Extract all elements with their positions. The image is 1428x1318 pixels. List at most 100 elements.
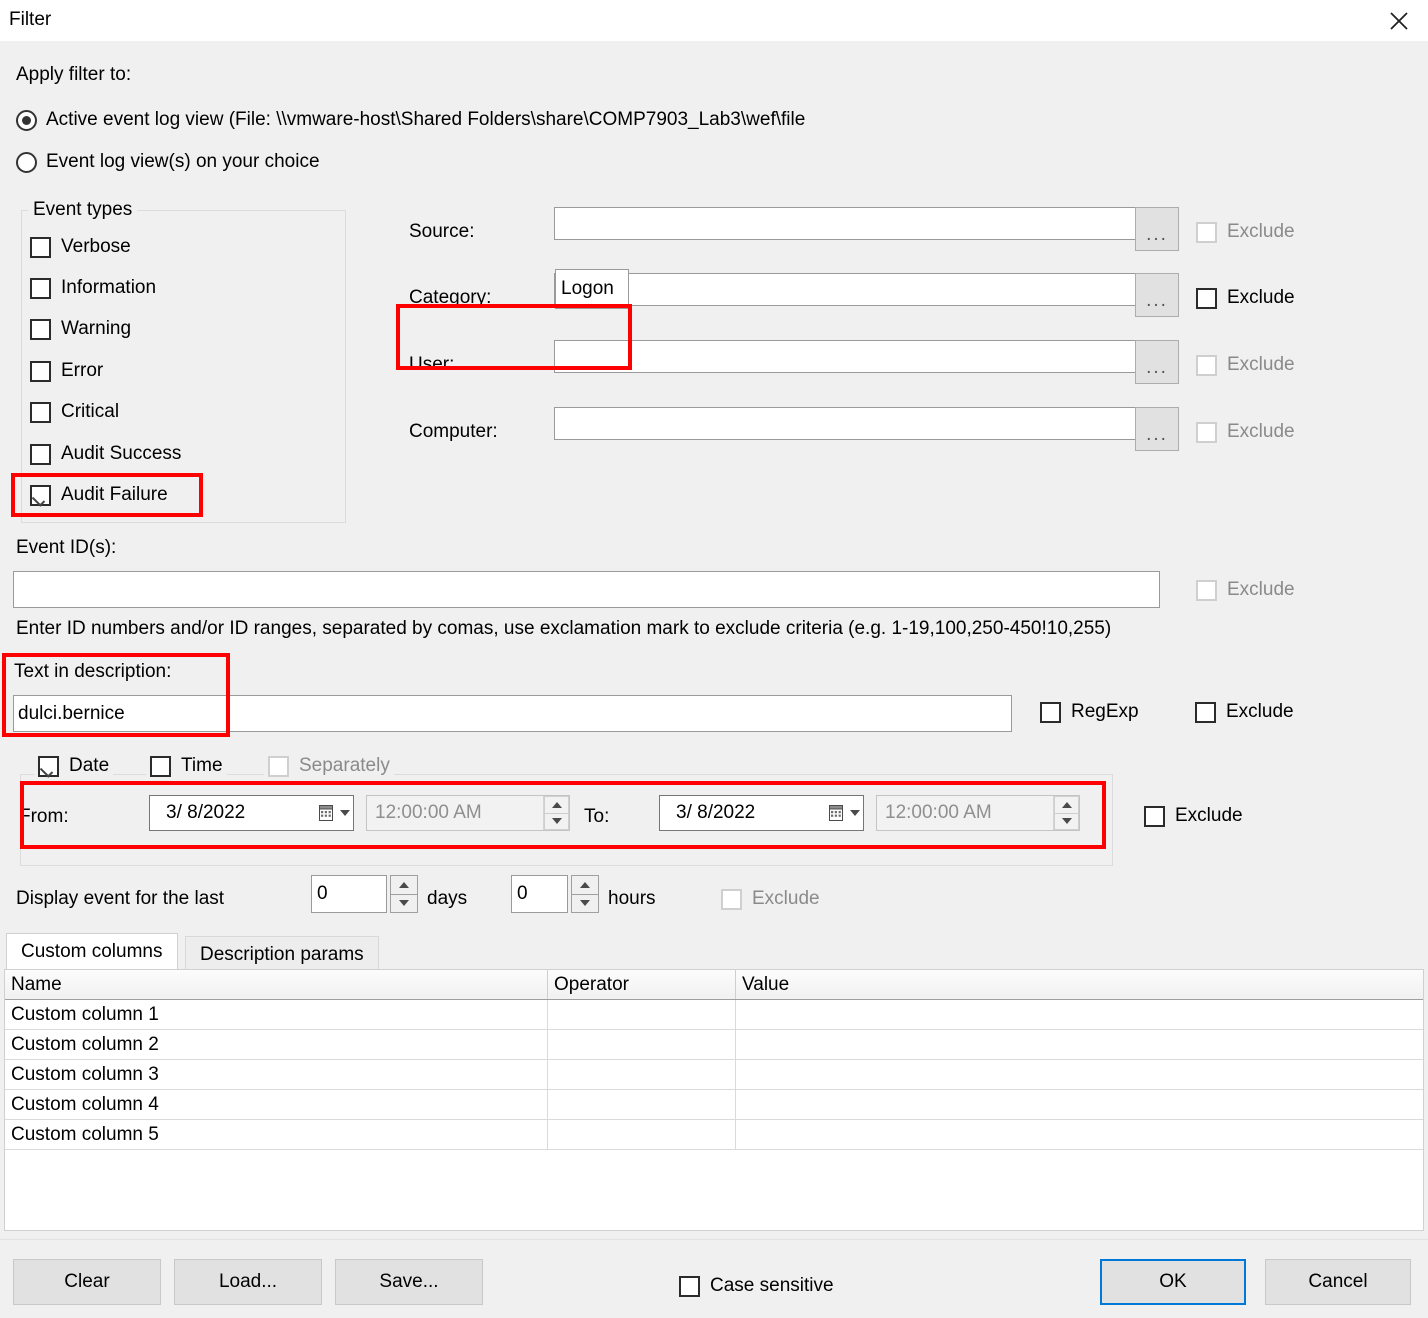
checkbox-warning[interactable]: Warning [30, 318, 131, 340]
calendar-icon[interactable] [315, 804, 353, 822]
from-time-spin-down[interactable] [544, 812, 569, 830]
checkbox-time-icon [150, 755, 171, 777]
ok-button[interactable]: OK [1100, 1259, 1246, 1305]
checkbox-warning-icon [30, 318, 51, 340]
column-header-name[interactable]: Name [5, 970, 548, 999]
save-button[interactable]: Save... [335, 1259, 483, 1305]
cell-name[interactable]: Custom column 4 [5, 1090, 548, 1119]
checkbox-verbose[interactable]: Verbose [30, 236, 131, 258]
cell-operator[interactable] [548, 1120, 736, 1149]
checkbox-exclude-display-last[interactable]: Exclude [721, 888, 820, 910]
checkbox-verbose-label: Verbose [61, 236, 131, 257]
table-row[interactable]: Custom column 2 [5, 1030, 1423, 1060]
checkbox-regexp-icon [1040, 701, 1061, 723]
cell-name[interactable]: Custom column 1 [5, 1000, 548, 1029]
triangle-down-icon [551, 818, 562, 825]
from-date-value: 3/ 8/2022 [166, 802, 246, 823]
cell-name[interactable]: Custom column 2 [5, 1030, 548, 1059]
days-spin-up[interactable] [390, 875, 418, 894]
checkbox-information-icon [30, 277, 51, 299]
checkbox-exclude-computer[interactable]: Exclude [1196, 421, 1295, 443]
days-input[interactable]: 0 [311, 875, 387, 913]
cell-value[interactable] [736, 1000, 1422, 1029]
window-title: Filter [9, 9, 52, 30]
from-label: From: [19, 806, 69, 827]
checkbox-exclude-source-label: Exclude [1227, 221, 1295, 242]
checkbox-exclude-source[interactable]: Exclude [1196, 221, 1295, 243]
checkbox-separately[interactable]: Separately [264, 755, 394, 777]
table-row[interactable]: Custom column 4 [5, 1090, 1423, 1120]
to-time-field[interactable]: 12:00:00 AM [876, 795, 1080, 831]
checkbox-exclude-category[interactable]: Exclude [1196, 287, 1295, 309]
tab-custom-columns[interactable]: Custom columns [6, 933, 178, 970]
from-time-spin-up[interactable] [544, 796, 569, 813]
close-button[interactable] [1370, 0, 1428, 41]
checkbox-exclude-user-icon [1196, 354, 1217, 376]
hours-input[interactable]: 0 [511, 875, 568, 913]
hours-spin-down[interactable] [571, 893, 599, 913]
cell-operator[interactable] [548, 1060, 736, 1089]
user-browse-button[interactable]: ... [1135, 340, 1179, 384]
cell-value[interactable] [736, 1060, 1422, 1089]
cell-operator[interactable] [548, 1000, 736, 1029]
checkbox-date[interactable]: Date [34, 755, 114, 777]
checkbox-regexp[interactable]: RegExp [1040, 701, 1139, 723]
checkbox-critical[interactable]: Critical [30, 401, 119, 423]
checkbox-information[interactable]: Information [30, 277, 156, 299]
source-input[interactable] [554, 207, 1138, 240]
checkbox-date-icon [38, 755, 59, 777]
days-spinner[interactable] [390, 875, 418, 913]
source-browse-button[interactable]: ... [1135, 207, 1179, 251]
user-input[interactable] [554, 340, 1138, 373]
checkbox-case-sensitive[interactable]: Case sensitive [679, 1275, 834, 1297]
to-time-spin-down[interactable] [1054, 812, 1079, 830]
tab-description-params[interactable]: Description params [185, 936, 379, 973]
column-header-value[interactable]: Value [736, 970, 1422, 999]
checkbox-exclude-date[interactable]: Exclude [1144, 805, 1243, 827]
cell-name[interactable]: Custom column 3 [5, 1060, 548, 1089]
computer-browse-button[interactable]: ... [1135, 407, 1179, 451]
checkbox-exclude-user[interactable]: Exclude [1196, 354, 1295, 376]
radio-event-log-views-choice[interactable]: Event log view(s) on your choice [16, 151, 320, 173]
from-time-field[interactable]: 12:00:00 AM [366, 795, 570, 831]
checkbox-exclude-event-ids[interactable]: Exclude [1196, 579, 1295, 601]
cell-name[interactable]: Custom column 5 [5, 1120, 548, 1149]
hours-spinner[interactable] [571, 875, 599, 913]
table-row[interactable]: Custom column 5 [5, 1120, 1423, 1150]
triangle-up-icon [580, 881, 590, 888]
text-in-description-input[interactable]: dulci.bernice [13, 695, 1012, 732]
from-time-spinner[interactable] [543, 796, 569, 830]
checkbox-information-label: Information [61, 277, 157, 298]
days-spin-down[interactable] [390, 893, 418, 913]
clear-button[interactable]: Clear [13, 1259, 161, 1305]
category-suggestion[interactable]: Logon [555, 269, 629, 309]
cell-operator[interactable] [548, 1030, 736, 1059]
calendar-icon[interactable] [825, 804, 863, 822]
table-row[interactable]: Custom column 3 [5, 1060, 1423, 1090]
checkbox-exclude-category-icon [1196, 287, 1217, 309]
table-row[interactable]: Custom column 1 [5, 1000, 1423, 1030]
checkbox-time[interactable]: Time [146, 755, 227, 777]
category-browse-button[interactable]: ... [1135, 273, 1179, 317]
cell-operator[interactable] [548, 1090, 736, 1119]
event-ids-input[interactable] [13, 571, 1160, 608]
category-input[interactable] [554, 273, 1138, 306]
load-button[interactable]: Load... [174, 1259, 322, 1305]
cell-value[interactable] [736, 1120, 1422, 1149]
custom-columns-table[interactable]: Name Operator Value Custom column 1 Cust… [4, 969, 1424, 1231]
to-time-spinner[interactable] [1053, 796, 1079, 830]
from-date-picker[interactable]: 3/ 8/2022 [149, 795, 354, 831]
checkbox-audit-failure[interactable]: Audit Failure [30, 484, 168, 506]
checkbox-exclude-description[interactable]: Exclude [1195, 701, 1294, 723]
hours-spin-up[interactable] [571, 875, 599, 894]
radio-active-event-log-view[interactable]: Active event log view (File: \\vmware-ho… [16, 109, 805, 131]
cell-value[interactable] [736, 1030, 1422, 1059]
checkbox-error[interactable]: Error [30, 360, 103, 382]
cell-value[interactable] [736, 1090, 1422, 1119]
to-time-spin-up[interactable] [1054, 796, 1079, 813]
column-header-operator[interactable]: Operator [548, 970, 736, 999]
to-date-picker[interactable]: 3/ 8/2022 [659, 795, 864, 831]
cancel-button[interactable]: Cancel [1265, 1259, 1411, 1305]
computer-input[interactable] [554, 407, 1138, 440]
checkbox-audit-success[interactable]: Audit Success [30, 443, 181, 465]
